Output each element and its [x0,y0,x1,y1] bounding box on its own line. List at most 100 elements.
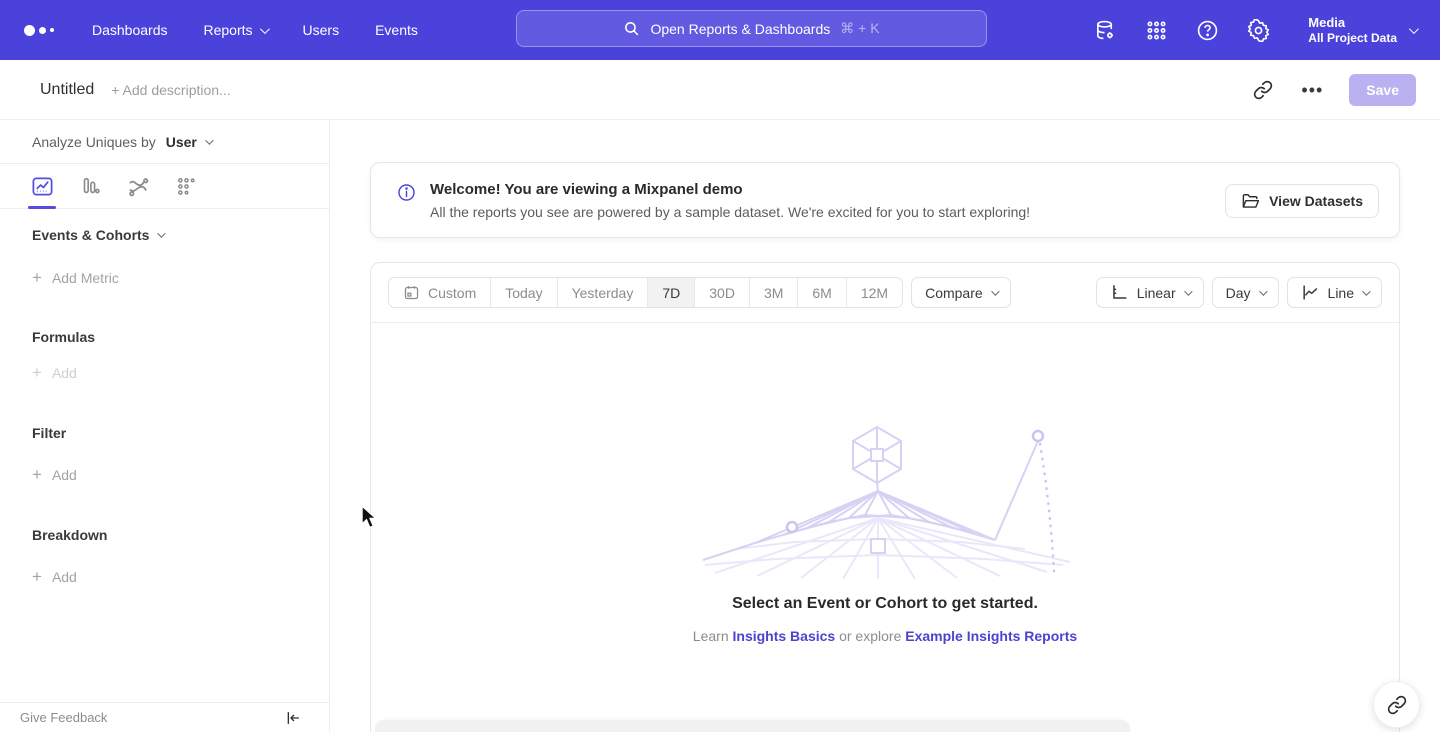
link-icon [1387,695,1407,715]
chart-type-line-button[interactable]: Line [1287,277,1382,308]
line-label: Line [1328,285,1354,301]
nav-reports[interactable]: Reports [204,22,267,38]
welcome-banner: Welcome! You are viewing a Mixpanel demo… [370,162,1400,238]
chevron-down-icon [259,24,269,34]
add-formula-button[interactable]: + Add [32,365,297,381]
project-selector[interactable]: Media All Project Data [1308,15,1416,46]
chevron-down-icon [1362,287,1370,295]
query-builder-sidebar: Analyze Uniques by User Events & Cohorts [0,120,330,732]
bar-chart-icon [79,175,101,197]
visualization-tabs [0,164,329,209]
add-metric-label: Add Metric [52,270,119,286]
plus-icon: + [32,271,42,285]
date-range-30d[interactable]: 30D [695,278,750,307]
chevron-down-icon [1184,287,1192,295]
nav-events[interactable]: Events [375,22,418,38]
retention-grid-icon [176,176,197,197]
date-range-today[interactable]: Today [491,278,557,307]
report-title[interactable]: Untitled [40,81,94,99]
date-range-control: Custom Today Yesterday 7D 30D 3M 6M 12M [388,277,903,308]
add-formula-label: Add [52,365,77,381]
copy-link-icon[interactable] [1251,78,1275,102]
tab-insights-line-chart[interactable] [30,164,54,209]
settings-gear-icon[interactable] [1245,17,1271,43]
plus-icon: + [32,468,42,482]
nav-dashboards[interactable]: Dashboards [92,22,168,38]
formulas-section-header: Formulas [32,329,297,345]
chevron-down-icon [991,287,999,295]
project-name: Media [1308,15,1397,31]
top-navigation: Dashboards Reports Users Events Open Rep… [0,0,1440,60]
compare-label: Compare [925,285,983,301]
insights-basics-link[interactable]: Insights Basics [733,628,836,644]
date-range-custom[interactable]: Custom [389,278,491,307]
collapse-sidebar-icon[interactable] [285,710,301,726]
plus-icon: + [32,570,42,584]
interval-day-button[interactable]: Day [1212,277,1279,308]
add-breakdown-label: Add [52,569,77,585]
breakdown-label: Breakdown [32,527,107,543]
search-icon [623,20,640,37]
date-range-3m-label: 3M [764,285,783,301]
banner-subtitle: All the reports you see are powered by a… [430,204,1030,220]
data-management-icon[interactable] [1092,17,1118,43]
insights-line-chart-icon [31,175,54,198]
give-feedback-link[interactable]: Give Feedback [20,710,107,725]
banner-title: Welcome! You are viewing a Mixpanel demo [430,181,1030,198]
plus-icon: + [32,366,42,380]
nav-reports-label: Reports [204,22,253,38]
calendar-icon [403,284,420,301]
date-range-yesterday-label: Yesterday [572,285,634,301]
tab-bar-chart[interactable] [78,164,102,209]
add-metric-button[interactable]: + Add Metric [32,270,297,286]
example-insights-reports-link[interactable]: Example Insights Reports [905,628,1077,644]
view-datasets-label: View Datasets [1269,193,1363,209]
flow-icon [127,175,150,198]
linear-scale-button[interactable]: Linear [1096,277,1204,308]
analyze-label: Analyze Uniques by [32,134,156,150]
report-header: Untitled + Add description... ••• Save [0,60,1440,120]
date-range-7d[interactable]: 7D [648,278,695,307]
view-datasets-button[interactable]: View Datasets [1225,184,1379,218]
global-search[interactable]: Open Reports & Dashboards ⌘ + K [516,10,987,47]
save-button[interactable]: Save [1349,74,1416,106]
nav-dashboards-label: Dashboards [92,22,168,38]
share-link-floating-button[interactable] [1373,681,1420,728]
tab-retention-grid[interactable] [174,164,198,209]
date-range-12m[interactable]: 12M [847,278,902,307]
date-range-3m[interactable]: 3M [750,278,798,307]
chevron-down-icon [158,229,166,237]
events-cohorts-section-header[interactable]: Events & Cohorts [32,227,297,243]
bottom-panel-edge[interactable] [375,720,1130,732]
events-cohorts-label: Events & Cohorts [32,227,149,243]
empty-state-illustration [695,423,1075,583]
date-range-today-label: Today [505,285,542,301]
search-placeholder: Open Reports & Dashboards [650,21,830,37]
linear-label: Linear [1137,285,1176,301]
mixpanel-logo-icon[interactable] [24,25,58,36]
insights-chart-card: Custom Today Yesterday 7D 30D 3M 6M 12M … [370,262,1400,732]
add-description-field[interactable]: + Add description... [111,82,230,98]
empty-state: Select an Event or Cohort to get started… [371,423,1399,644]
help-icon[interactable] [1194,17,1220,43]
date-range-yesterday[interactable]: Yesterday [558,278,649,307]
add-breakdown-button[interactable]: + Add [32,569,297,585]
nav-users[interactable]: Users [303,22,340,38]
analyze-value-dropdown[interactable]: User [166,134,197,150]
date-range-30d-label: 30D [709,285,735,301]
nav-users-label: Users [303,22,340,38]
apps-grid-icon[interactable] [1143,17,1169,43]
date-range-6m[interactable]: 6M [798,278,846,307]
more-options-button[interactable]: ••• [1301,85,1323,95]
hint-prefix: Learn [693,628,729,644]
chart-toolbar: Custom Today Yesterday 7D 30D 3M 6M 12M … [371,263,1399,323]
date-range-12m-label: 12M [861,285,888,301]
compare-button[interactable]: Compare [911,277,1011,308]
breakdown-section-header: Breakdown [32,527,297,543]
tab-flow[interactable] [126,164,150,209]
chevron-down-icon [1259,287,1267,295]
main-content: Welcome! You are viewing a Mixpanel demo… [330,120,1440,732]
chevron-down-icon [205,136,213,144]
analyze-uniques-row: Analyze Uniques by User [0,120,329,164]
add-filter-button[interactable]: + Add [32,467,297,483]
